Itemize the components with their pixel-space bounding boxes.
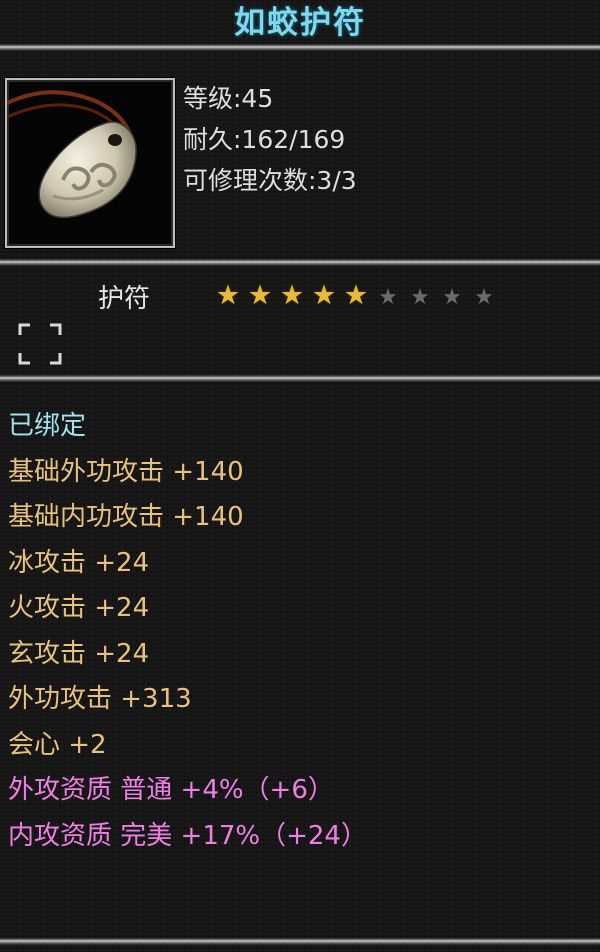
attribute-line: 冰攻击 +24 <box>8 547 150 578</box>
attribute-line: 外攻资质 普通 +4%（+6） <box>8 775 334 805</box>
star-empty-icon: ★ <box>410 285 430 310</box>
star-empty-icon: ★ <box>378 285 398 310</box>
attribute-line: 火攻击 +24 <box>8 593 150 623</box>
attribute-line: 玄攻击 +24 <box>8 638 150 669</box>
star-filled-icon: ★ <box>247 280 273 311</box>
attribute-line: 已绑定 <box>8 411 87 441</box>
attribute-line: 外功攻击 +313 <box>8 684 192 714</box>
star-empty-icon: ★ <box>442 285 462 310</box>
item-icon-frame <box>5 78 175 248</box>
star-empty-icon: ★ <box>474 285 494 310</box>
jade-amulet-icon <box>7 90 137 219</box>
star-filled-icon: ★ <box>311 280 337 311</box>
item-tooltip: 如蛟护符 等级:45 耐久:162/169 可修理次数:3/3 护符 ★ ★ ★ ★ ★… <box>0 0 600 952</box>
item-type: 护符 <box>98 284 151 314</box>
divider <box>0 938 600 945</box>
star-filled-icon: ★ <box>343 280 369 311</box>
attribute-line: 内攻资质 完美 +17%（+24） <box>8 820 367 851</box>
divider <box>0 44 600 51</box>
item-level: 等级:45 <box>183 84 274 113</box>
divider <box>0 259 600 266</box>
divider <box>0 375 600 382</box>
attribute-line: 基础外功攻击 +140 <box>8 456 244 487</box>
star-filled-icon: ★ <box>215 280 241 311</box>
item-repair-count: 可修理次数:3/3 <box>183 166 357 195</box>
item-title: 如蛟护符 <box>234 5 366 41</box>
attribute-line: 基础内功攻击 +140 <box>8 502 244 532</box>
attribute-line: 会心 +2 <box>8 729 107 760</box>
empty-socket-icon[interactable] <box>18 323 62 365</box>
star-filled-icon: ★ <box>279 280 305 311</box>
item-durability: 耐久:162/169 <box>183 125 346 154</box>
